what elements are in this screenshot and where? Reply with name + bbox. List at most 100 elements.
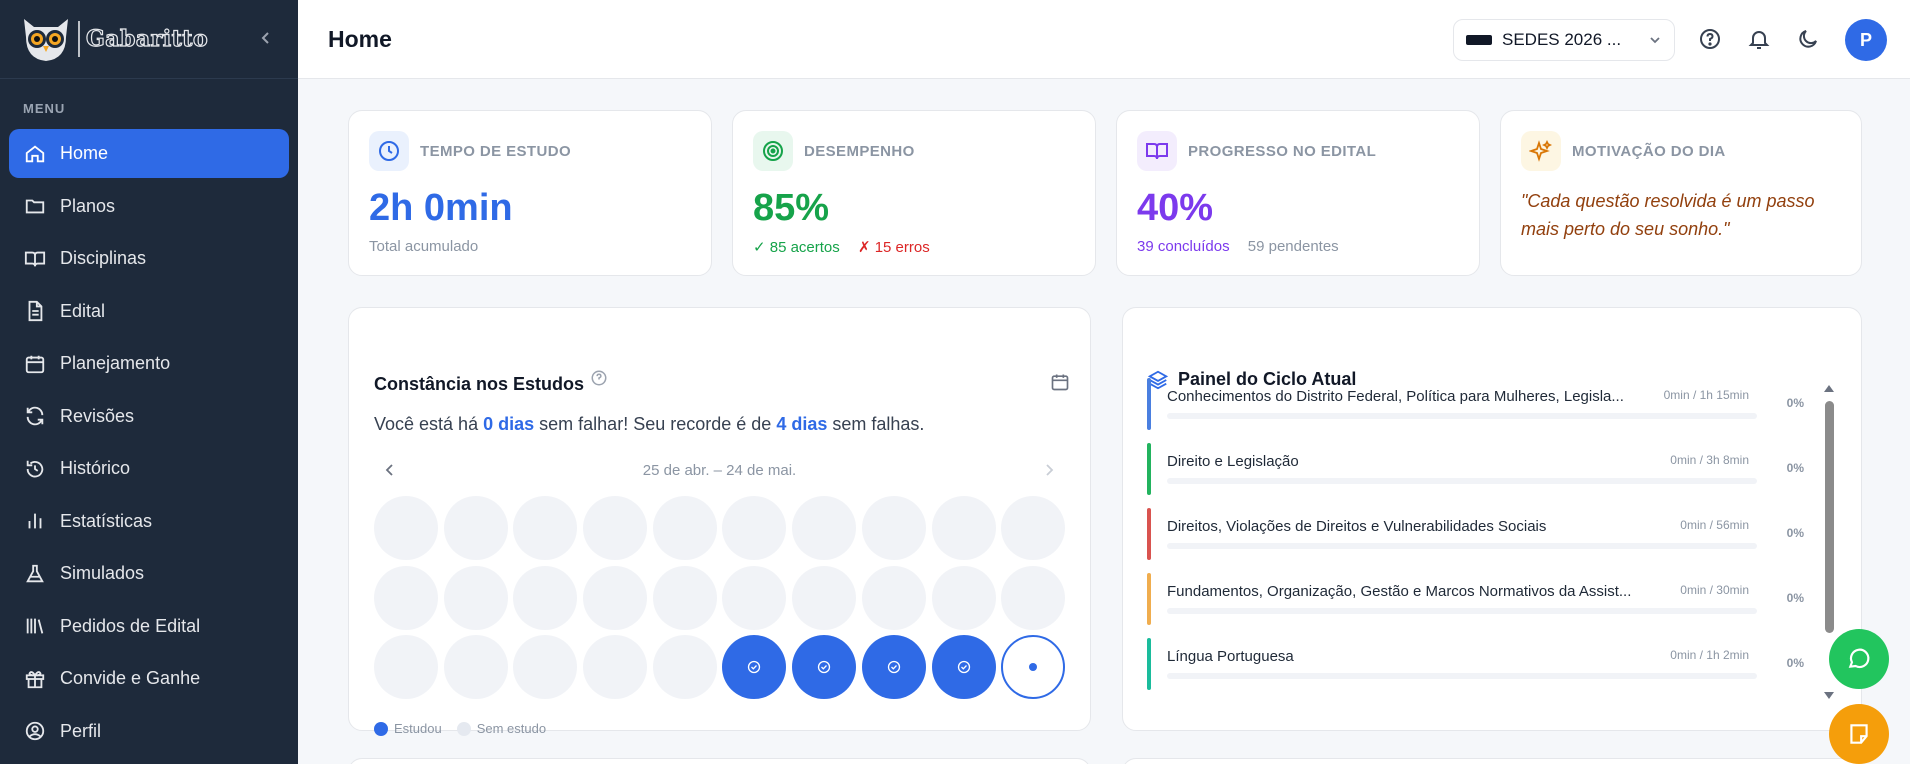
avatar[interactable]: P [1845,19,1887,61]
cycle-panel: Painel do Ciclo Atual Conhecimentos do D… [1122,307,1862,731]
day-cell[interactable] [931,496,996,560]
sidebar-item-historico[interactable]: Histórico [9,444,289,493]
owl-logo-icon [24,19,68,61]
help-circle-icon[interactable] [590,369,608,387]
progress-label: PROGRESSO NO EDITAL [1188,142,1377,160]
day-cell-studied[interactable] [792,635,857,699]
motivation-quote: "Cada questão resolvida é um passo mais … [1521,191,1815,239]
day-cell[interactable] [583,565,648,630]
top-header: Home SEDES 2026 ... P [298,0,1910,79]
day-cell[interactable] [1001,565,1066,630]
study-time-label: TEMPO DE ESTUDO [420,142,572,160]
legend-studied-dot [374,721,388,736]
streak-current: 0 dias [483,414,535,434]
bell-icon[interactable] [1747,27,1771,51]
home-icon [25,145,45,162]
day-cell-today[interactable] [1001,635,1066,699]
day-cell[interactable] [792,496,857,560]
sidebar-item-edital[interactable]: Edital [9,287,289,336]
day-cell[interactable] [722,565,787,630]
sidebar-item-disciplinas[interactable]: Disciplinas [9,234,289,283]
help-icon[interactable] [1698,27,1722,51]
today-dot [1029,663,1038,671]
day-cell[interactable] [443,635,508,699]
day-cell[interactable] [374,635,438,699]
day-cell[interactable] [861,565,926,630]
sidebar-item-pedidos-edital[interactable]: Pedidos de Edital [9,602,289,651]
sidebar-item-revisoes[interactable]: Revisões [9,392,289,441]
sidebar-item-estatisticas[interactable]: Estatísticas [9,497,289,546]
legend-studied: Estudou [394,721,442,736]
collapse-sidebar-icon[interactable] [256,28,276,48]
subject-name: Direitos, Violações de Direitos e Vulner… [1167,518,1547,535]
scroll-down-icon[interactable] [1823,691,1835,701]
subject-row[interactable]: Direito e Legislação 0min / 3h 8min 0% [1147,443,1804,515]
subject-time: 0min / 3h 8min [1670,453,1749,467]
day-cell[interactable] [652,496,717,560]
check-circle-icon [748,660,761,674]
day-cell[interactable] [374,496,438,560]
subject-row[interactable]: Conhecimentos do Distrito Federal, Polít… [1147,378,1804,450]
lower-card-left [348,758,1091,764]
sidebar-nav: Home Planos Disciplinas Edital Planejame… [0,129,298,756]
document-icon [28,300,43,322]
sidebar-item-perfil[interactable]: Perfil [9,707,289,756]
day-cell[interactable] [443,496,508,560]
pending-count: 59 pendentes [1247,238,1339,255]
sparkles-icon [1521,131,1561,171]
scroll-thumb[interactable] [1825,401,1834,633]
sidebar-item-label: Home [60,143,109,163]
day-cell[interactable] [931,565,996,630]
bar-chart-icon [28,513,42,529]
subject-time: 0min / 1h 15min [1663,388,1749,402]
folder-icon [25,199,45,214]
sidebar-item-label: Estatísticas [60,510,153,531]
day-cell[interactable] [792,565,857,630]
sidebar-item-simulados[interactable]: Simulados [9,549,289,598]
day-cell[interactable] [583,635,648,699]
next-range-icon[interactable] [1041,462,1057,478]
day-cell[interactable] [652,635,717,699]
correct-count: ✓ 85 acertos [753,239,840,256]
day-cell[interactable] [513,565,578,630]
sidebar-item-planejamento[interactable]: Planejamento [9,339,289,388]
sidebar-item-convide-ganhe[interactable]: Convide e Ganhe [9,654,289,703]
sidebar-item-home[interactable]: Home [9,129,289,178]
day-cell-studied[interactable] [931,635,996,699]
subject-name: Conhecimentos do Distrito Federal, Polít… [1167,388,1624,405]
day-cell[interactable] [513,496,578,560]
user-circle-icon [25,721,45,741]
chat-button[interactable] [1829,629,1889,689]
calendar-icon[interactable] [1050,372,1070,392]
sidebar-item-label: Planos [60,195,116,216]
sidebar-item-planos[interactable]: Planos [9,182,289,231]
brand-name: Gabaritto [85,25,209,52]
day-cell[interactable] [513,635,578,699]
day-cell[interactable] [443,565,508,630]
sidebar-item-label: Disciplinas [60,248,147,268]
moon-icon[interactable] [1796,27,1820,51]
day-cell[interactable] [583,496,648,560]
progress-card: PROGRESSO NO EDITAL 40% 39 concluídos 59… [1116,110,1480,276]
day-cell[interactable] [1001,496,1066,560]
legend-none-dot [456,721,471,736]
day-cell[interactable] [652,565,717,630]
subject-progress [1167,608,1757,614]
study-time-value: 2h 0min [369,187,513,229]
day-cell[interactable] [861,496,926,560]
scroll-up-icon[interactable] [1823,383,1835,393]
plan-select[interactable]: SEDES 2026 ... [1453,19,1675,61]
sidebar-item-label: Perfil [60,720,102,741]
notes-button[interactable] [1829,704,1889,764]
subject-row[interactable]: Fundamentos, Organização, Gestão e Marco… [1147,573,1804,645]
study-time-card: TEMPO DE ESTUDO 2h 0min Total acumulado [348,110,712,276]
subject-row[interactable]: Direitos, Violações de Direitos e Vulner… [1147,508,1804,580]
day-cell[interactable] [722,496,787,560]
refresh-icon [26,406,44,426]
check-circle-icon [887,660,900,674]
performance-value: 85% [753,187,830,229]
day-cell-studied[interactable] [861,635,926,699]
day-cell[interactable] [374,565,438,630]
day-cell-studied[interactable] [722,635,787,699]
subject-row[interactable]: Língua Portuguesa 0min / 1h 2min 0% [1147,638,1804,710]
